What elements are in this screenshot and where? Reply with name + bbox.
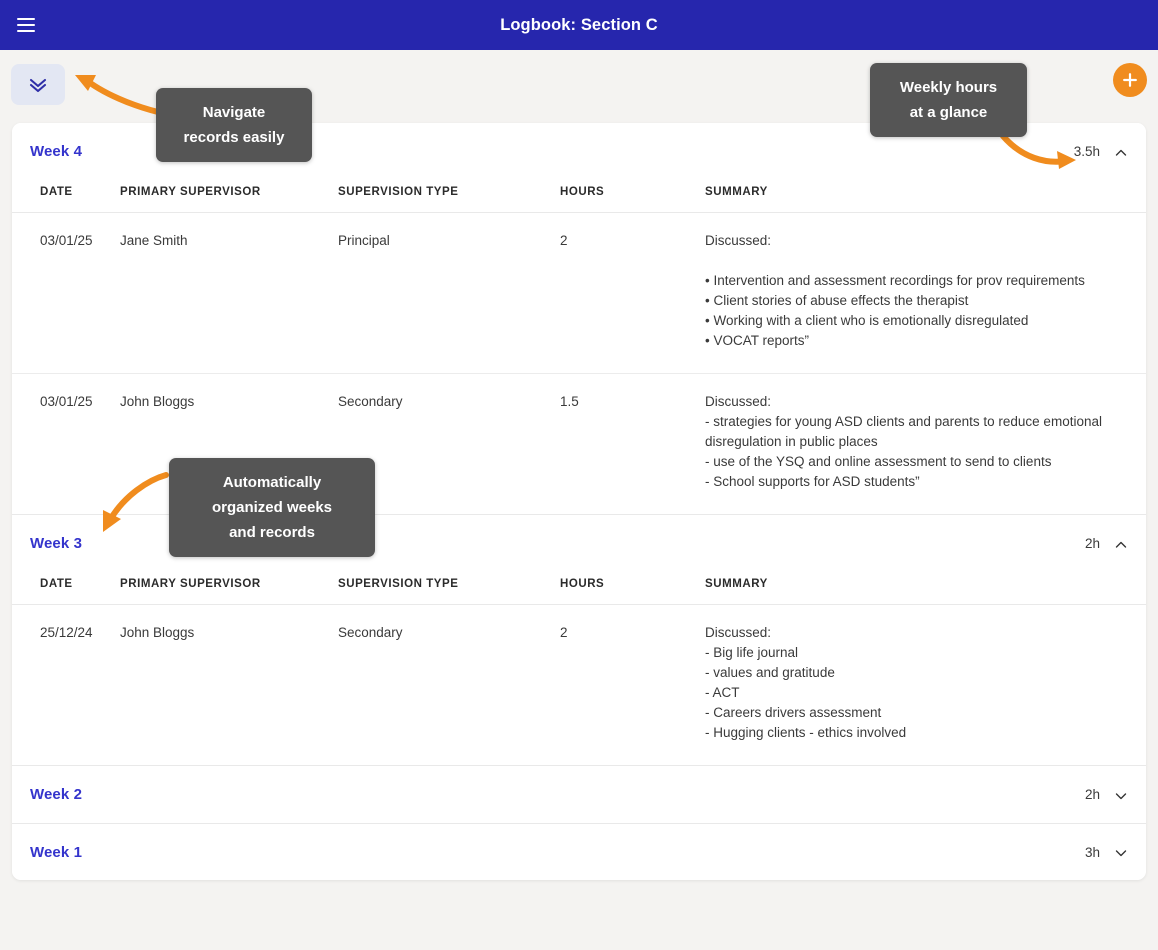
week-header-week-2[interactable]: Week 2 2h	[12, 766, 1146, 823]
summary-text: Discussed: - Big life journal - values a…	[705, 623, 1116, 743]
week-header-right: 2h	[1085, 536, 1128, 551]
column-header-hours: HOURS	[560, 180, 705, 213]
table-header-row: DATE PRIMARY SUPERVISOR SUPERVISION TYPE…	[12, 572, 1146, 605]
week-title: Week 1	[30, 844, 82, 861]
column-header-date: DATE	[12, 572, 120, 605]
records-table-week-3: DATE PRIMARY SUPERVISOR SUPERVISION TYPE…	[12, 572, 1146, 766]
column-header-hours: HOURS	[560, 572, 705, 605]
column-header-summary: SUMMARY	[705, 180, 1146, 213]
cell-date: 03/01/25	[12, 374, 120, 515]
week-hours-total: 2h	[1085, 787, 1100, 802]
cell-summary: Discussed: - Big life journal - values a…	[705, 605, 1146, 766]
week-hours-total: 2h	[1085, 536, 1100, 551]
cell-hours: 1.5	[560, 374, 705, 515]
cell-date: 25/12/24	[12, 605, 120, 766]
chevron-up-icon[interactable]	[1114, 538, 1128, 552]
cell-date: 03/01/25	[12, 213, 120, 374]
chevron-down-icon[interactable]	[1114, 846, 1128, 860]
week-hours-total: 3h	[1085, 845, 1100, 860]
column-header-supervisor: PRIMARY SUPERVISOR	[120, 572, 338, 605]
week-header-right: 3.5h	[1074, 144, 1128, 159]
cell-supervisor: Jane Smith	[120, 213, 338, 374]
hamburger-bar	[17, 24, 35, 26]
plus-icon	[1121, 71, 1139, 89]
table-head: DATE PRIMARY SUPERVISOR SUPERVISION TYPE…	[12, 180, 1146, 213]
week-title: Week 4	[30, 143, 82, 160]
cell-type: Principal	[338, 213, 560, 374]
table-row[interactable]: 25/12/24 John Bloggs Secondary 2 Discuss…	[12, 605, 1146, 766]
column-header-date: DATE	[12, 180, 120, 213]
cell-hours: 2	[560, 213, 705, 374]
cell-hours: 2	[560, 605, 705, 766]
week-title: Week 2	[30, 786, 82, 803]
chevron-up-icon[interactable]	[1114, 146, 1128, 160]
week-header-week-1[interactable]: Week 1 3h	[12, 823, 1146, 880]
page-title: Logbook: Section C	[500, 16, 658, 35]
table-header-row: DATE PRIMARY SUPERVISOR SUPERVISION TYPE…	[12, 180, 1146, 213]
coachmark-tooltip-navigate: Navigate records easily	[156, 88, 312, 162]
cell-type: Secondary	[338, 605, 560, 766]
column-header-type: SUPERVISION TYPE	[338, 180, 560, 213]
coachmark-tooltip-weekly: Weekly hours at a glance	[870, 63, 1027, 137]
summary-text: Discussed: - strategies for young ASD cl…	[705, 392, 1116, 492]
cell-summary: Discussed: • Intervention and assessment…	[705, 213, 1146, 374]
summary-text: Discussed: • Intervention and assessment…	[705, 231, 1116, 351]
week-header-right: 2h	[1085, 787, 1128, 802]
hamburger-menu-icon[interactable]	[13, 12, 39, 38]
coachmark-tooltip-organized: Automatically organized weeks and record…	[169, 458, 375, 557]
chevron-down-icon[interactable]	[1114, 789, 1128, 803]
table-head: DATE PRIMARY SUPERVISOR SUPERVISION TYPE…	[12, 572, 1146, 605]
collapse-all-button[interactable]	[11, 64, 65, 105]
column-header-type: SUPERVISION TYPE	[338, 572, 560, 605]
table-body: 25/12/24 John Bloggs Secondary 2 Discuss…	[12, 605, 1146, 766]
column-header-summary: SUMMARY	[705, 572, 1146, 605]
double-chevron-down-icon	[27, 75, 49, 95]
cell-summary: Discussed: - strategies for young ASD cl…	[705, 374, 1146, 515]
week-header-right: 3h	[1085, 845, 1128, 860]
cell-supervisor: John Bloggs	[120, 605, 338, 766]
hamburger-bar	[17, 18, 35, 20]
app-bar: Logbook: Section C	[0, 0, 1158, 50]
add-record-button[interactable]	[1113, 63, 1147, 97]
table-row[interactable]: 03/01/25 Jane Smith Principal 2 Discusse…	[12, 213, 1146, 374]
week-hours-total: 3.5h	[1074, 144, 1100, 159]
hamburger-bar	[17, 30, 35, 32]
week-title: Week 3	[30, 535, 82, 552]
column-header-supervisor: PRIMARY SUPERVISOR	[120, 180, 338, 213]
